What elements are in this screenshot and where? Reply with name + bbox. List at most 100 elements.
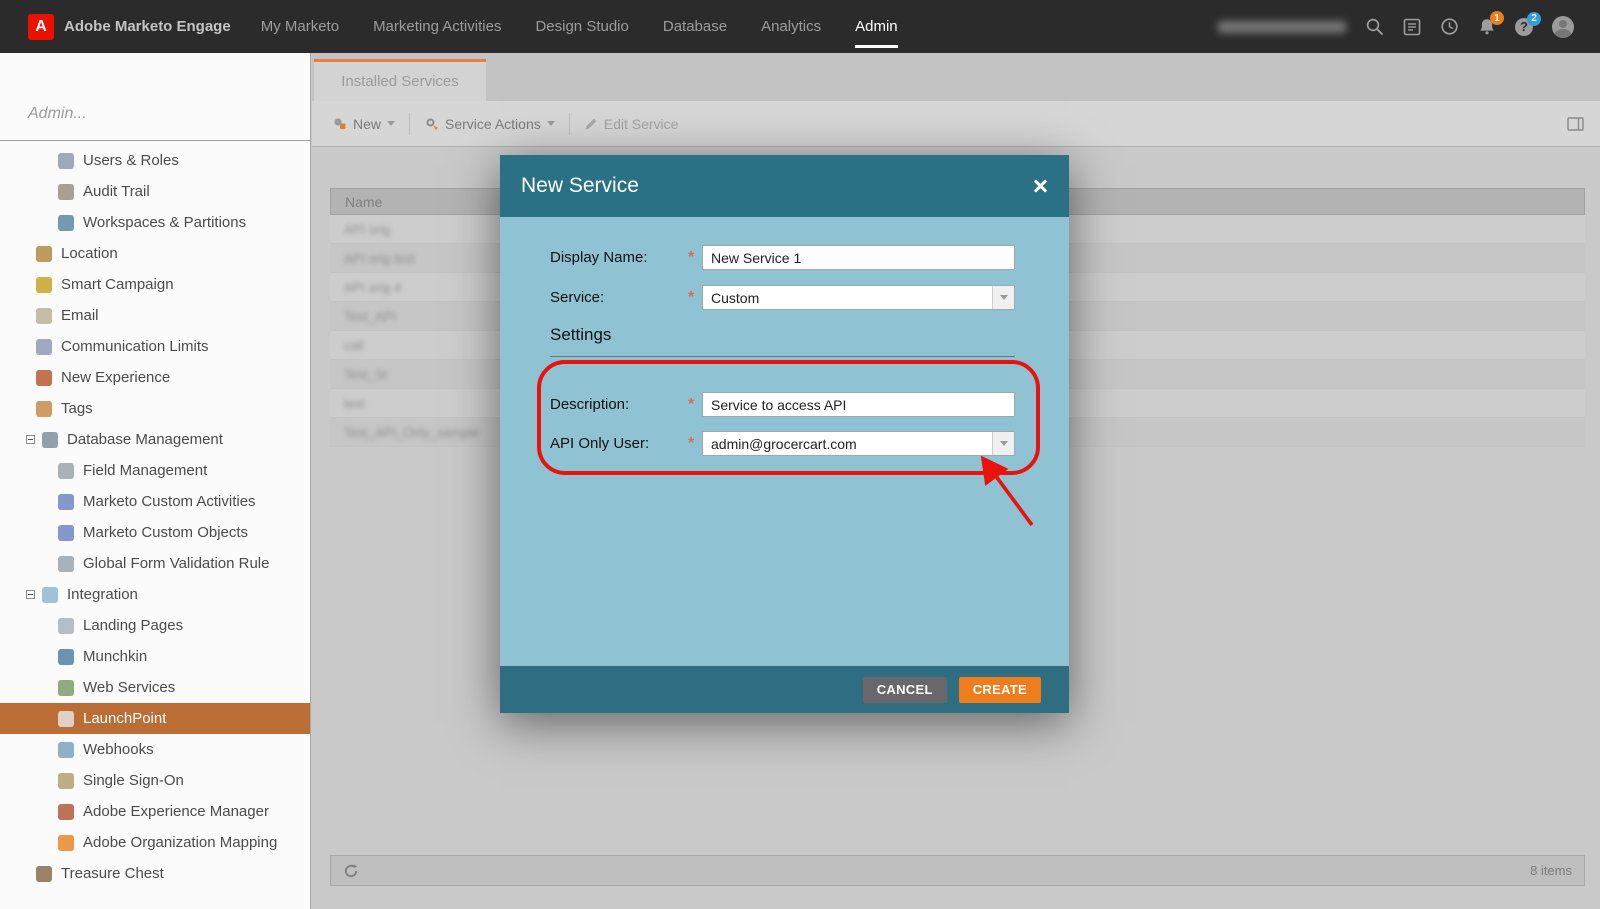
- adobe-logo: A: [28, 14, 54, 40]
- grid-panel-toggle[interactable]: [1567, 117, 1600, 131]
- integration-cloud-icon: [42, 587, 58, 603]
- nav-item-admin[interactable]: Admin: [855, 0, 898, 53]
- service-actions-label: Service Actions: [445, 116, 541, 132]
- sidebar-item-label: Munchkin: [83, 648, 147, 665]
- modal-header: New Service: [500, 155, 1069, 217]
- service-name-cell: API orig test: [344, 251, 415, 266]
- sidebar-item-smart-campaign[interactable]: Smart Campaign: [0, 269, 310, 300]
- create-button[interactable]: CREATE: [959, 677, 1041, 703]
- adobe-logo-letter: A: [35, 18, 47, 36]
- service-actions-button[interactable]: Service Actions: [424, 116, 555, 132]
- location-icon: [36, 246, 52, 262]
- nav-item-marketing-activities[interactable]: Marketing Activities: [373, 0, 501, 53]
- form-validation-icon: [58, 556, 74, 572]
- avatar[interactable]: [1552, 16, 1574, 38]
- required-asterisk: *: [688, 289, 702, 307]
- single-sign-on-icon: [58, 773, 74, 789]
- primary-nav: My Marketo Marketing Activities Design Stu…: [261, 0, 932, 53]
- admin-search-input[interactable]: Admin...: [28, 105, 87, 123]
- modal-body: Display Name: * Service: * Custom Settin…: [500, 217, 1069, 666]
- notifications-button[interactable]: 1: [1478, 17, 1496, 36]
- search-button[interactable]: [1365, 17, 1384, 36]
- survey-button[interactable]: [1403, 18, 1421, 36]
- cancel-button[interactable]: CANCEL: [863, 677, 947, 703]
- collapse-icon[interactable]: [26, 435, 35, 444]
- sidebar-item-communication-limits[interactable]: Communication Limits: [0, 331, 310, 362]
- sidebar-item-label: Global Form Validation Rule: [83, 555, 269, 572]
- sidebar-item-launchpoint[interactable]: LaunchPoint: [0, 703, 310, 734]
- sidebar-item-global-form-validation-rule[interactable]: Global Form Validation Rule: [0, 548, 310, 579]
- sidebar-item-webhooks[interactable]: Webhooks: [0, 734, 310, 765]
- sidebar-item-new-experience[interactable]: New Experience: [0, 362, 310, 393]
- sidebar-item-database-management[interactable]: Database Management: [0, 424, 310, 455]
- sidebar-item-landing-pages[interactable]: Landing Pages: [0, 610, 310, 641]
- sidebar-item-users-roles[interactable]: Users & Roles: [0, 145, 310, 176]
- admin-sidebar: Admin... Users & Roles Audit Trail Workspa…: [0, 53, 311, 909]
- sidebar-item-label: Communication Limits: [61, 338, 209, 355]
- brand-title: Adobe Marketo Engage: [64, 18, 231, 35]
- edit-service-label: Edit Service: [604, 116, 679, 132]
- new-service-icon: [332, 116, 347, 131]
- chevron-down-icon: [992, 286, 1014, 309]
- sidebar-item-label: Marketo Custom Activities: [83, 493, 256, 510]
- custom-activities-icon: [58, 494, 74, 510]
- display-name-input[interactable]: [702, 245, 1015, 270]
- nav-item-my-marketo[interactable]: My Marketo: [261, 0, 339, 53]
- history-button[interactable]: [1440, 17, 1459, 36]
- collapse-icon[interactable]: [26, 590, 35, 599]
- nav-item-design-studio[interactable]: Design Studio: [535, 0, 628, 53]
- new-button[interactable]: New: [332, 116, 395, 132]
- sidebar-item-munchkin[interactable]: Munchkin: [0, 641, 310, 672]
- description-input[interactable]: [702, 392, 1015, 417]
- edit-service-button[interactable]: Edit Service: [584, 116, 679, 132]
- sidebar-item-field-management[interactable]: Field Management: [0, 455, 310, 486]
- required-asterisk: *: [688, 435, 702, 453]
- sidebar-item-label: Treasure Chest: [61, 865, 164, 882]
- sidebar-item-single-sign-on[interactable]: Single Sign-On: [0, 765, 310, 796]
- sidebar-item-label: Audit Trail: [83, 183, 150, 200]
- service-name-cell: API orig 4: [344, 280, 401, 295]
- field-management-icon: [58, 463, 74, 479]
- description-label: Description:: [550, 396, 688, 413]
- workspaces-icon: [58, 215, 74, 231]
- api-only-user-value: admin@grocercart.com: [703, 436, 857, 452]
- sidebar-item-treasure-chest[interactable]: Treasure Chest: [0, 858, 310, 889]
- settings-heading: Settings: [550, 325, 611, 345]
- sidebar-item-label: Single Sign-On: [83, 772, 184, 789]
- service-name-cell: API orig: [344, 222, 390, 237]
- service-name-cell: Test_St: [344, 367, 387, 382]
- close-icon[interactable]: [1032, 178, 1048, 194]
- help-button[interactable]: ? 2: [1515, 18, 1533, 36]
- settings-divider: [550, 356, 1015, 357]
- sidebar-item-email[interactable]: Email: [0, 300, 310, 331]
- description-row: Description: *: [550, 392, 1015, 417]
- sidebar-item-integration[interactable]: Integration: [0, 579, 310, 610]
- help-badge: 2: [1527, 12, 1541, 26]
- sidebar-item-adobe-experience-manager[interactable]: Adobe Experience Manager: [0, 796, 310, 827]
- sidebar-item-audit-trail[interactable]: Audit Trail: [0, 176, 310, 207]
- sidebar-item-adobe-organization-mapping[interactable]: Adobe Organization Mapping: [0, 827, 310, 858]
- toolbar-separator: [569, 113, 570, 135]
- tab-installed-services[interactable]: Installed Services: [314, 59, 486, 101]
- service-name-cell: call: [344, 338, 364, 353]
- service-name-cell: Test_API_Only_sample: [344, 425, 479, 440]
- sidebar-item-label: Location: [61, 245, 118, 262]
- nav-item-database[interactable]: Database: [663, 0, 727, 53]
- sidebar-item-label: Users & Roles: [83, 152, 179, 169]
- nav-item-analytics[interactable]: Analytics: [761, 0, 821, 53]
- refresh-icon[interactable]: [343, 863, 359, 879]
- sidebar-item-location[interactable]: Location: [0, 238, 310, 269]
- sidebar-item-tags[interactable]: Tags: [0, 393, 310, 424]
- sidebar-item-web-services[interactable]: Web Services: [0, 672, 310, 703]
- service-select[interactable]: Custom: [702, 285, 1015, 310]
- blurred-account-text: [1218, 21, 1346, 33]
- sidebar-item-workspaces-partitions[interactable]: Workspaces & Partitions: [0, 207, 310, 238]
- new-button-label: New: [353, 116, 381, 132]
- tab-bar: Installed Services: [312, 53, 1600, 101]
- sidebar-item-marketo-custom-activities[interactable]: Marketo Custom Activities: [0, 486, 310, 517]
- sidebar-item-label: Adobe Experience Manager: [83, 803, 269, 820]
- service-row: Service: * Custom: [550, 285, 1015, 310]
- audit-trail-icon: [58, 184, 74, 200]
- sidebar-item-marketo-custom-objects[interactable]: Marketo Custom Objects: [0, 517, 310, 548]
- api-only-user-select[interactable]: admin@grocercart.com: [702, 431, 1015, 456]
